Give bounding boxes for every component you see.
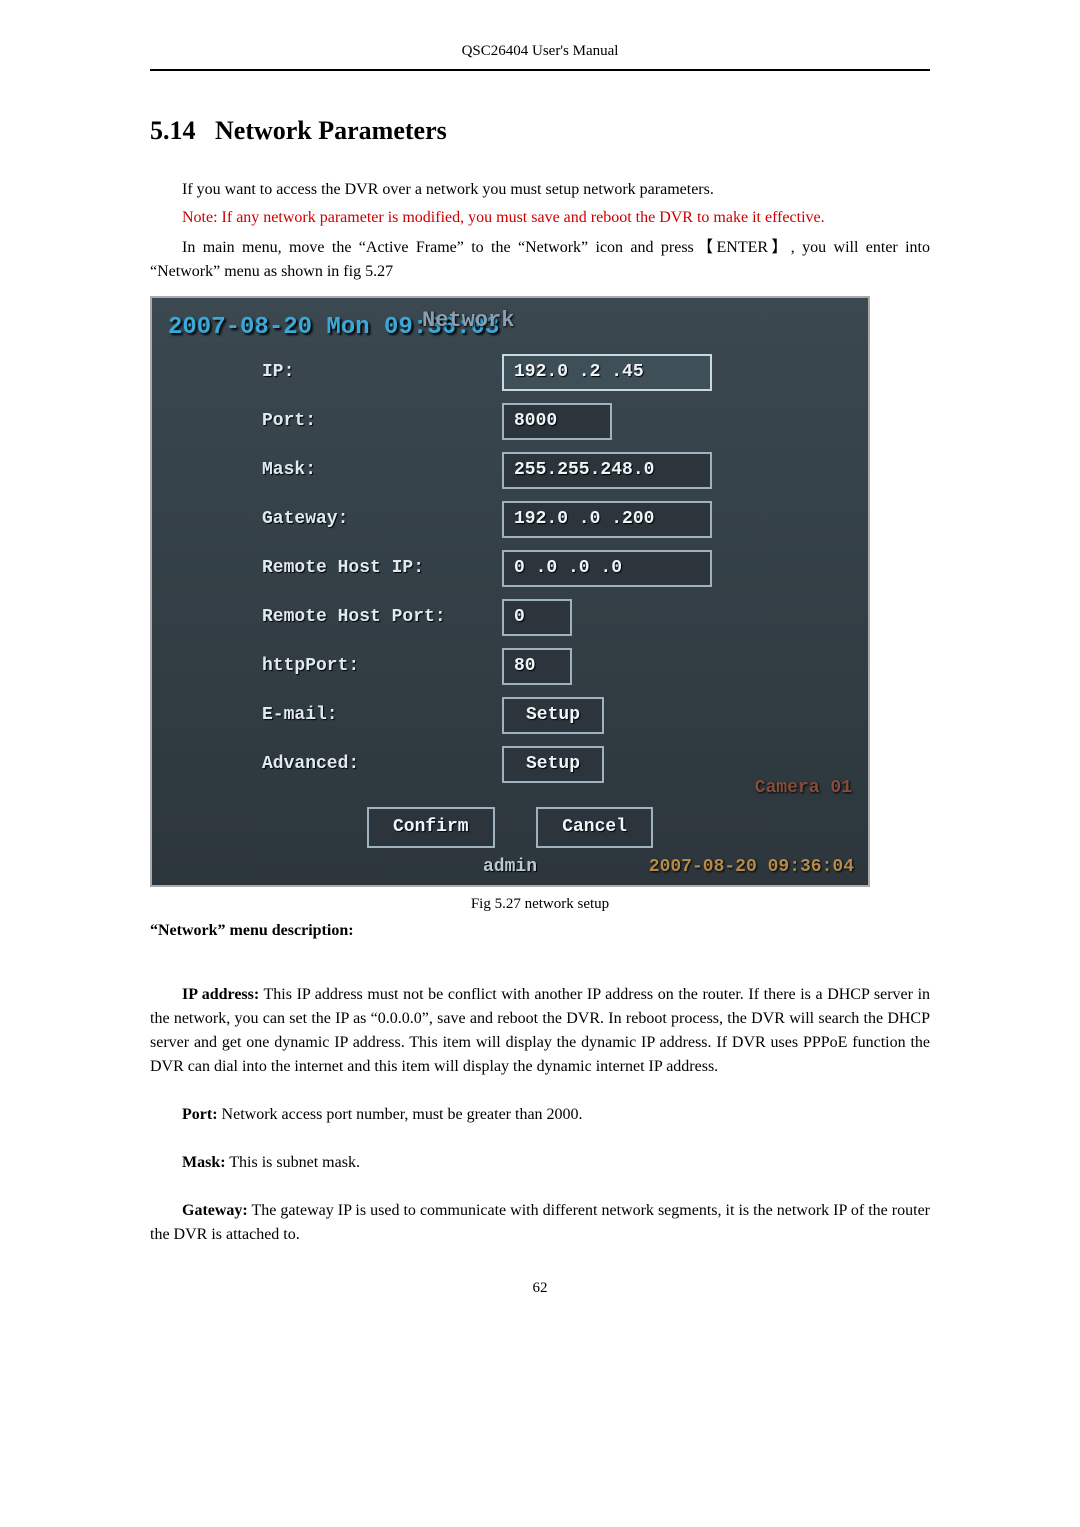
desc-ip: IP address: This IP address must not be … [150, 983, 930, 1079]
network-form: IP: 192.0 .2 .45 Port: 8000 Mask: 255.25… [162, 348, 858, 789]
section-heading: 5.14 Network Parameters [150, 111, 930, 150]
input-ip[interactable]: 192.0 .2 .45 [502, 354, 712, 391]
input-port[interactable]: 8000 [502, 403, 612, 440]
section-number: 5.14 [150, 116, 196, 145]
cancel-button[interactable]: Cancel [536, 807, 653, 848]
desc-ip-label: IP address: [182, 986, 259, 1003]
desc-mask: Mask: This is subnet mask. [150, 1151, 930, 1175]
desc-port-label: Port: [182, 1106, 218, 1123]
desc-mask-text: This is subnet mask. [226, 1154, 360, 1171]
desc-gateway: Gateway: The gateway IP is used to commu… [150, 1199, 930, 1247]
label-port: Port: [262, 408, 502, 435]
status-user: admin [483, 854, 537, 881]
ghost-camera-label: Camera 01 [755, 775, 852, 802]
input-remote-ip[interactable]: 0 .0 .0 .0 [502, 550, 712, 587]
status-bar: admin 2007-08-20 09:36:04 [162, 854, 858, 881]
note-warning: Note: If any network parameter is modifi… [150, 206, 930, 230]
input-mask[interactable]: 255.255.248.0 [502, 452, 712, 489]
page-number: 62 [150, 1277, 930, 1300]
label-http-port: httpPort: [262, 653, 502, 680]
label-remote-port: Remote Host Port: [262, 604, 502, 631]
desc-port: Port: Network access port number, must b… [150, 1103, 930, 1127]
desc-gateway-text: The gateway IP is used to communicate wi… [150, 1202, 930, 1243]
desc-port-text: Network access port number, must be grea… [218, 1106, 583, 1123]
advanced-setup-button[interactable]: Setup [502, 746, 604, 783]
intro-para-1: If you want to access the DVR over a net… [150, 178, 930, 202]
label-advanced: Advanced: [262, 751, 502, 778]
network-menu-screenshot: 2007-08-20 Mon 09:36:03 Network IP: 192.… [150, 296, 870, 887]
intro-para-2: In main menu, move the “Active Frame” to… [150, 236, 930, 284]
input-gateway[interactable]: 192.0 .0 .200 [502, 501, 712, 538]
menu-description-heading: “Network” menu description: [150, 919, 930, 943]
label-email: E-mail: [262, 702, 502, 729]
section-title-text: Network Parameters [215, 116, 447, 145]
desc-gateway-label: Gateway: [182, 1202, 248, 1219]
confirm-button[interactable]: Confirm [367, 807, 495, 848]
label-mask: Mask: [262, 457, 502, 484]
input-remote-port[interactable]: 0 [502, 599, 572, 636]
email-setup-button[interactable]: Setup [502, 697, 604, 734]
figure-caption: Fig 5.27 network setup [150, 893, 930, 916]
status-timestamp: 2007-08-20 09:36:04 [649, 854, 854, 881]
button-row: Confirm Cancel Camera 01 [162, 807, 858, 848]
label-remote-ip: Remote Host IP: [262, 555, 502, 582]
desc-mask-label: Mask: [182, 1154, 226, 1171]
label-gateway: Gateway: [262, 506, 502, 533]
desc-ip-text: This IP address must not be conflict wit… [150, 986, 930, 1075]
label-ip: IP: [262, 359, 502, 386]
panel-title: Network [422, 304, 514, 337]
input-http-port[interactable]: 80 [502, 648, 572, 685]
osd-datetime: 2007-08-20 Mon 09:36:03 Network [162, 306, 858, 348]
page-header: QSC26404 User's Manual [150, 40, 930, 71]
